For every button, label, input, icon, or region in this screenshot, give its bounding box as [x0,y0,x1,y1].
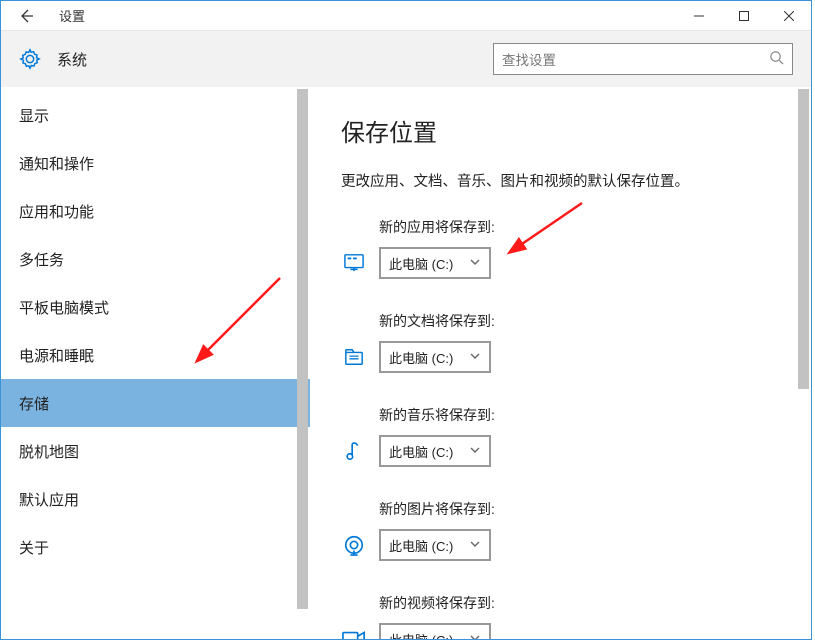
sidebar-item-3[interactable]: 多任务 [1,235,310,283]
storage-label: 新的图片将保存到: [379,499,787,519]
sidebar-item-9[interactable]: 关于 [1,523,310,571]
chevron-down-icon [469,538,481,553]
storage-row-videos: 新的视频将保存到: 此电脑 (C:) [341,593,787,639]
gear-icon [19,48,41,70]
chevron-down-icon [469,350,481,365]
back-button[interactable] [7,2,45,30]
settings-window: 设置 系统 查找设置 显示通知和操作应用和功能多任务平板电脑模式电源和睡眠存储脱… [0,0,812,640]
storage-label: 新的应用将保存到: [379,217,787,237]
minimize-button[interactable] [676,2,721,30]
window-controls [676,2,811,30]
storage-dropdown-docs[interactable]: 此电脑 (C:) [379,341,491,373]
search-input[interactable]: 查找设置 [493,43,793,75]
dropdown-value: 此电脑 (C:) [389,254,453,273]
titlebar-left: 设置 [1,2,676,30]
storage-dropdown-pictures[interactable]: 此电脑 (C:) [379,529,491,561]
minimize-icon [694,11,704,21]
chevron-down-icon [469,632,481,640]
storage-control: 此电脑 (C:) [341,435,787,467]
music-icon [341,440,367,462]
sidebar-scrollbar[interactable] [293,87,310,639]
sidebar-item-7[interactable]: 脱机地图 [1,427,310,475]
storage-row-docs: 新的文档将保存到: 此电脑 (C:) [341,311,787,373]
content-scrollbar[interactable] [794,87,811,639]
storage-control: 此电脑 (C:) [341,247,787,279]
storage-control: 此电脑 (C:) [341,529,787,561]
storage-dropdown-apps[interactable]: 此电脑 (C:) [379,247,491,279]
sidebar-item-4[interactable]: 平板电脑模式 [1,283,310,331]
storage-dropdown-videos[interactable]: 此电脑 (C:) [379,623,491,639]
storage-row-pictures: 新的图片将保存到: 此电脑 (C:) [341,499,787,561]
sidebar-item-1[interactable]: 通知和操作 [1,139,310,187]
search-placeholder: 查找设置 [502,49,556,69]
pictures-icon [341,534,367,556]
docs-icon [341,347,367,367]
sidebar-item-0[interactable]: 显示 [1,91,310,139]
storage-label: 新的视频将保存到: [379,593,787,613]
content-pane: 保存位置 更改应用、文档、音乐、图片和视频的默认保存位置。 新的应用将保存到: 此… [311,87,811,639]
body: 显示通知和操作应用和功能多任务平板电脑模式电源和睡眠存储脱机地图默认应用关于 保… [1,87,811,639]
storage-label: 新的文档将保存到: [379,311,787,331]
sidebar-item-2[interactable]: 应用和功能 [1,187,310,235]
chevron-down-icon [469,444,481,459]
close-icon [784,11,794,21]
sidebar-item-5[interactable]: 电源和睡眠 [1,331,310,379]
storage-label: 新的音乐将保存到: [379,405,787,425]
search-icon [769,50,784,68]
sidebar-item-6[interactable]: 存储 [1,379,310,427]
sidebar: 显示通知和操作应用和功能多任务平板电脑模式电源和睡眠存储脱机地图默认应用关于 [1,87,311,639]
maximize-icon [739,11,749,21]
storage-row-music: 新的音乐将保存到: 此电脑 (C:) [341,405,787,467]
dropdown-value: 此电脑 (C:) [389,536,453,555]
close-button[interactable] [766,2,811,30]
dropdown-value: 此电脑 (C:) [389,630,453,640]
videos-icon [341,630,367,639]
dropdown-value: 此电脑 (C:) [389,348,453,367]
page-description: 更改应用、文档、音乐、图片和视频的默认保存位置。 [341,170,787,191]
chevron-down-icon [469,256,481,271]
sidebar-item-8[interactable]: 默认应用 [1,475,310,523]
storage-control: 此电脑 (C:) [341,623,787,639]
arrow-left-icon [18,8,34,24]
dropdown-value: 此电脑 (C:) [389,442,453,461]
storage-dropdown-music[interactable]: 此电脑 (C:) [379,435,491,467]
page-title: 保存位置 [341,113,787,148]
header-title: 系统 [57,49,493,70]
storage-control: 此电脑 (C:) [341,341,787,373]
apps-icon [341,253,367,273]
storage-row-apps: 新的应用将保存到: 此电脑 (C:) [341,217,787,279]
header: 系统 查找设置 [1,31,811,87]
titlebar: 设置 [1,1,811,31]
maximize-button[interactable] [721,2,766,30]
window-title: 设置 [59,6,85,25]
